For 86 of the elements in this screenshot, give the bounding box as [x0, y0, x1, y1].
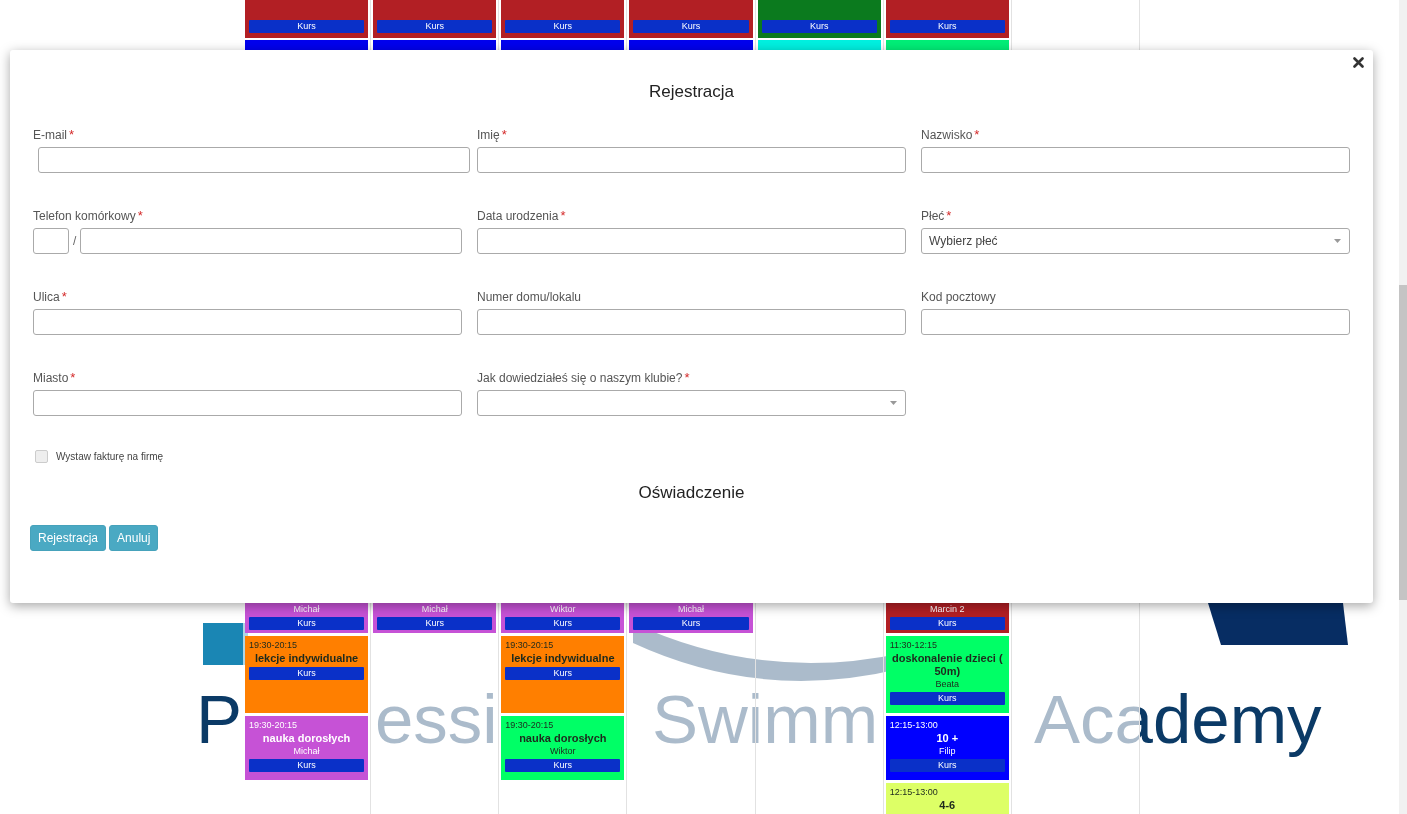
kurs-button[interactable]: Kurs: [377, 20, 493, 33]
class-title: 10 +: [936, 732, 959, 745]
kurs-button[interactable]: Kurs: [249, 759, 365, 772]
teacher-name: Filip: [939, 745, 956, 757]
field-label: Jak dowiedziałeś się o naszym klubie?: [477, 370, 683, 387]
kurs-button[interactable]: Kurs: [761, 20, 877, 33]
kurs-button[interactable]: Kurs: [633, 20, 749, 33]
select-field[interactable]: [477, 390, 906, 416]
field-label: Ulica: [33, 289, 60, 306]
class-time: 12:15-13:00: [889, 720, 938, 731]
teacher-name: Wiktor: [550, 603, 576, 615]
teacher-name: Wiktor: [550, 745, 576, 757]
caret-icon: [890, 401, 897, 405]
logo-text: Academy: [1034, 680, 1322, 760]
teacher-name: Michał: [293, 603, 320, 615]
class-time: 12:15-13:00: [889, 787, 938, 798]
select-field[interactable]: Wybierz płeć: [921, 228, 1350, 254]
field-label: Miasto: [33, 370, 69, 387]
field-label: Imię: [477, 127, 500, 144]
phone-field[interactable]: [80, 228, 462, 254]
required-mark: *: [560, 207, 566, 224]
kurs-button[interactable]: Kurs: [377, 617, 493, 630]
kurs-button[interactable]: Kurs: [505, 617, 621, 630]
field-label: Nazwisko: [921, 127, 973, 144]
class-time: 19:30-20:15: [505, 720, 554, 731]
kurs-button[interactable]: Kurs: [889, 617, 1005, 630]
kurs-button[interactable]: Kurs: [249, 617, 365, 630]
class-time: 19:30-20:15: [505, 640, 554, 651]
field-label: Telefon komórkowy: [33, 208, 136, 225]
input-field[interactable]: [921, 309, 1350, 335]
input-field[interactable]: [921, 147, 1350, 173]
input-field[interactable]: [33, 309, 462, 335]
required-mark: *: [684, 369, 690, 386]
kurs-button[interactable]: Kurs: [889, 692, 1005, 705]
caret-icon: [1334, 239, 1341, 243]
class-time: 19:30-20:15: [249, 720, 298, 731]
field-label: Płeć: [921, 208, 945, 225]
required-mark: *: [501, 126, 507, 143]
scrollbar[interactable]: [1399, 0, 1407, 814]
input-field[interactable]: [477, 309, 906, 335]
teacher-name: Beata: [935, 678, 960, 690]
kurs-button[interactable]: Kurs: [505, 667, 621, 680]
teacher-name: Michał: [678, 603, 704, 615]
dialog-title: Rejestracja: [647, 81, 735, 103]
input-field[interactable]: [477, 228, 906, 254]
kurs-button[interactable]: Kurs: [505, 759, 621, 772]
required-mark: *: [70, 369, 76, 386]
kurs-button[interactable]: Kurs: [633, 617, 749, 630]
kurs-button[interactable]: Kurs: [249, 20, 365, 33]
prefix-field[interactable]: [33, 228, 69, 254]
input-field[interactable]: [33, 390, 462, 416]
required-mark: *: [974, 126, 980, 143]
checkbox[interactable]: [35, 450, 48, 463]
required-mark: *: [946, 207, 952, 224]
teacher-name: Michał: [293, 745, 320, 757]
logo-text: essi: [375, 680, 498, 760]
logo-shape: [203, 623, 248, 665]
close-icon[interactable]: [1353, 57, 1364, 68]
teacher-name: Marcin 2: [930, 603, 965, 615]
required-mark: *: [61, 288, 67, 305]
field-label: Numer domu/lokalu: [477, 289, 582, 306]
class-title: nauka dorosłych: [262, 732, 351, 745]
field-label: Kod pocztowy: [921, 289, 996, 306]
class-title: doskonalenie dzieci ( 50m): [890, 652, 1004, 678]
class-title: 4-6: [939, 799, 956, 812]
input-field[interactable]: [477, 147, 906, 173]
separator-text: /: [73, 234, 77, 248]
kurs-button[interactable]: Kurs: [889, 759, 1005, 772]
class-title: nauka dorosłych: [519, 732, 607, 745]
logo-text: P: [196, 680, 243, 760]
class-time: 11:30-12:15: [889, 640, 938, 651]
teacher-name: Michał: [421, 603, 448, 615]
class-title: lekcje indywidualne: [511, 652, 615, 665]
input-field[interactable]: [38, 147, 470, 173]
required-mark: *: [137, 207, 143, 224]
section-heading: Oświadczenie: [637, 482, 746, 504]
logo-text: Swimm: [652, 680, 879, 760]
class-title: lekcje indywidualne: [254, 652, 359, 665]
field-label: Data urodzenia: [477, 208, 559, 225]
kurs-button[interactable]: Kurs: [505, 20, 621, 33]
kurs-button[interactable]: Kurs: [889, 20, 1005, 33]
required-mark: *: [69, 126, 75, 143]
class-time: 19:30-20:15: [249, 640, 298, 651]
field-label: E-mail: [33, 127, 67, 144]
checkbox-label: Wystaw fakturę na firmę: [56, 451, 164, 462]
kurs-button[interactable]: Kurs: [249, 667, 365, 680]
